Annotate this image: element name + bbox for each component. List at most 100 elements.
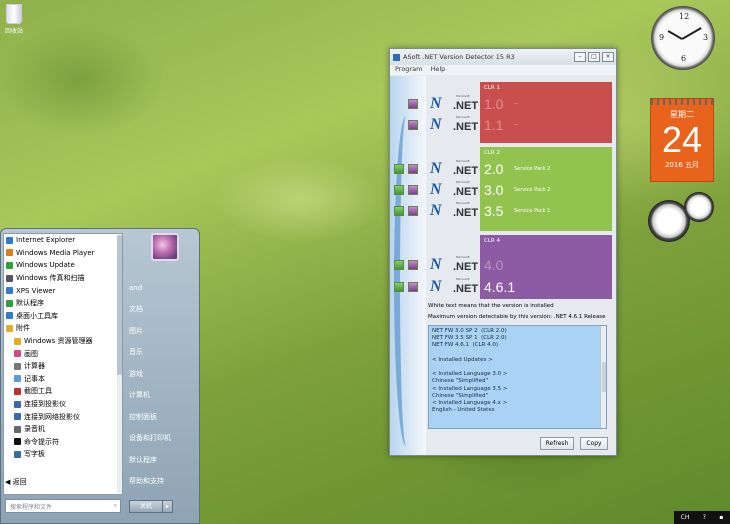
window-title: ASoft .NET Version Detector 15 R3 bbox=[403, 53, 515, 61]
program-item[interactable]: 命令提示符 bbox=[4, 436, 122, 449]
program-item[interactable]: Internet Explorer bbox=[4, 234, 122, 247]
language-pack-icon bbox=[408, 99, 418, 109]
menu-program[interactable]: Program bbox=[395, 65, 422, 75]
program-icon bbox=[14, 438, 21, 446]
program-label: 录音机 bbox=[24, 425, 45, 434]
program-item[interactable]: XPS Viewer bbox=[4, 284, 122, 297]
calendar-year-month: 2016 五月 bbox=[664, 161, 700, 169]
program-item[interactable]: Windows 资源管理器 bbox=[4, 335, 122, 348]
shutdown-button[interactable]: 关机 ▸ bbox=[129, 500, 173, 513]
version-number: 1.0 bbox=[484, 96, 504, 112]
net-detector-window: ASoft .NET Version Detector 15 R3 – □ × … bbox=[389, 48, 617, 456]
recycle-bin-shortcut[interactable]: 回收站 bbox=[0, 0, 28, 35]
program-item[interactable]: 录音机 bbox=[4, 423, 122, 436]
clock-minute-hand bbox=[681, 27, 702, 40]
start-right-item[interactable]: 默认程序 bbox=[129, 449, 201, 471]
clr-header: CLR 4 bbox=[484, 238, 500, 244]
refresh-button[interactable]: Refresh bbox=[540, 437, 574, 450]
program-icon bbox=[6, 261, 13, 269]
program-label: 写字板 bbox=[24, 450, 45, 459]
start-right-item[interactable]: 音乐 bbox=[129, 342, 201, 364]
program-icon bbox=[14, 337, 21, 345]
user-avatar[interactable] bbox=[151, 233, 179, 261]
program-label: 截图工具 bbox=[24, 387, 52, 396]
program-item[interactable]: 画图 bbox=[4, 347, 122, 360]
start-right-item[interactable]: 控制面板 bbox=[129, 406, 201, 428]
language-pack-icon bbox=[408, 120, 418, 130]
clr-panel: CLR 1 1.0 -- 1.1 -- bbox=[480, 82, 612, 143]
clock-numeral: 9 bbox=[659, 33, 665, 42]
shutdown-options-chevron-icon[interactable]: ▸ bbox=[162, 501, 172, 512]
program-item[interactable]: 桌面小工具库 bbox=[4, 310, 122, 323]
program-label: Internet Explorer bbox=[16, 236, 76, 245]
program-item[interactable]: 记事本 bbox=[4, 373, 122, 386]
program-item[interactable]: Windows Media Player bbox=[4, 247, 122, 260]
version-description: -- bbox=[514, 122, 518, 128]
program-label: Windows 传真和扫描 bbox=[16, 274, 85, 283]
copy-button[interactable]: Copy bbox=[580, 437, 608, 450]
program-item[interactable]: Windows 传真和扫描 bbox=[4, 272, 122, 285]
clock-gadget[interactable]: 12 3 6 9 bbox=[651, 6, 715, 70]
dotnet-logo-maker: Microsoft bbox=[456, 277, 470, 281]
language-indicator[interactable]: CH bbox=[681, 514, 690, 521]
start-right-item[interactable]: and bbox=[129, 277, 201, 299]
log-line: NET FW 4.6.1 (CLR 4.0) bbox=[432, 342, 499, 349]
memory-gauge-icon bbox=[684, 192, 714, 222]
start-right-item[interactable]: 图片 bbox=[129, 320, 201, 342]
program-item[interactable]: 默认程序 bbox=[4, 297, 122, 310]
program-item[interactable]: 连接到网络投影仪 bbox=[4, 410, 122, 423]
calendar-gadget[interactable]: 星期二 24 2016 五月 bbox=[650, 98, 714, 182]
program-item[interactable]: Windows Update bbox=[4, 259, 122, 272]
installed-icon bbox=[394, 206, 404, 216]
dotnet-logo-text: .NET bbox=[453, 207, 479, 219]
dotnet-logo-icon: N Microsoft .NET bbox=[430, 94, 479, 112]
log-scrollbar[interactable] bbox=[600, 326, 606, 428]
back-button[interactable]: ◀ 返回 bbox=[5, 477, 27, 487]
clock-hour-hand bbox=[667, 30, 683, 40]
network-icon[interactable]: ▪ bbox=[719, 514, 723, 521]
start-right-item[interactable]: 设备和打印机 bbox=[129, 428, 201, 450]
program-icon bbox=[14, 425, 21, 433]
start-right-item[interactable]: 计算机 bbox=[129, 385, 201, 407]
menu-bar: Program Help bbox=[390, 65, 616, 75]
start-right-item[interactable]: 帮助和支持 bbox=[129, 471, 201, 493]
clock-numeral: 12 bbox=[679, 12, 690, 21]
start-right-item[interactable]: 文档 bbox=[129, 299, 201, 321]
program-icon bbox=[14, 350, 21, 358]
program-item[interactable]: 计算器 bbox=[4, 360, 122, 373]
program-label: 画图 bbox=[24, 349, 38, 358]
clr-header: CLR 2 bbox=[484, 150, 500, 156]
program-item[interactable]: 写字板 bbox=[4, 448, 122, 461]
program-item[interactable]: 连接到投影仪 bbox=[4, 398, 122, 411]
programs-scrollbar[interactable] bbox=[117, 235, 122, 493]
search-icon: ⌕ bbox=[113, 502, 117, 509]
program-label: Windows 资源管理器 bbox=[24, 337, 93, 346]
dotnet-logo-text: .NET bbox=[453, 100, 479, 112]
cpu-meter-gadget[interactable] bbox=[648, 192, 716, 246]
program-label: 默认程序 bbox=[16, 299, 44, 308]
log-line: < Installed Language 3.5 > bbox=[432, 385, 508, 392]
program-item[interactable]: 截图工具 bbox=[4, 385, 122, 398]
program-icon bbox=[14, 387, 21, 395]
window-titlebar[interactable]: ASoft .NET Version Detector 15 R3 – □ × bbox=[390, 49, 616, 65]
search-placeholder: 搜索程序和文件 bbox=[10, 504, 53, 511]
search-input[interactable]: 搜索程序和文件 ⌕ bbox=[5, 499, 121, 513]
back-label: 返回 bbox=[12, 478, 27, 486]
start-right-item[interactable]: 游戏 bbox=[129, 363, 201, 385]
close-button[interactable]: × bbox=[602, 52, 614, 62]
minimize-button[interactable]: – bbox=[574, 52, 586, 62]
program-label: Windows Update bbox=[16, 261, 75, 270]
version-number: 3.0 bbox=[484, 182, 504, 198]
version-description: Service Pack 1 bbox=[514, 208, 551, 214]
language-pack-icon bbox=[408, 206, 418, 216]
log-line: NET FW 3.5 SP 1 (CLR 2.0) bbox=[432, 335, 507, 342]
details-log[interactable]: NET FW 3.0 SP 2 (CLR 2.0) NET FW 3.5 SP 1… bbox=[428, 325, 607, 429]
maximize-button[interactable]: □ bbox=[588, 52, 600, 62]
menu-help[interactable]: Help bbox=[430, 65, 445, 75]
program-icon bbox=[14, 375, 21, 383]
dotnet-logo-maker: Microsoft bbox=[456, 180, 470, 184]
help-icon[interactable]: ? bbox=[703, 514, 706, 521]
program-label: 计算器 bbox=[24, 362, 45, 371]
program-item[interactable]: 附件 bbox=[4, 322, 122, 335]
dotnet-logo-text: .NET bbox=[453, 261, 479, 273]
